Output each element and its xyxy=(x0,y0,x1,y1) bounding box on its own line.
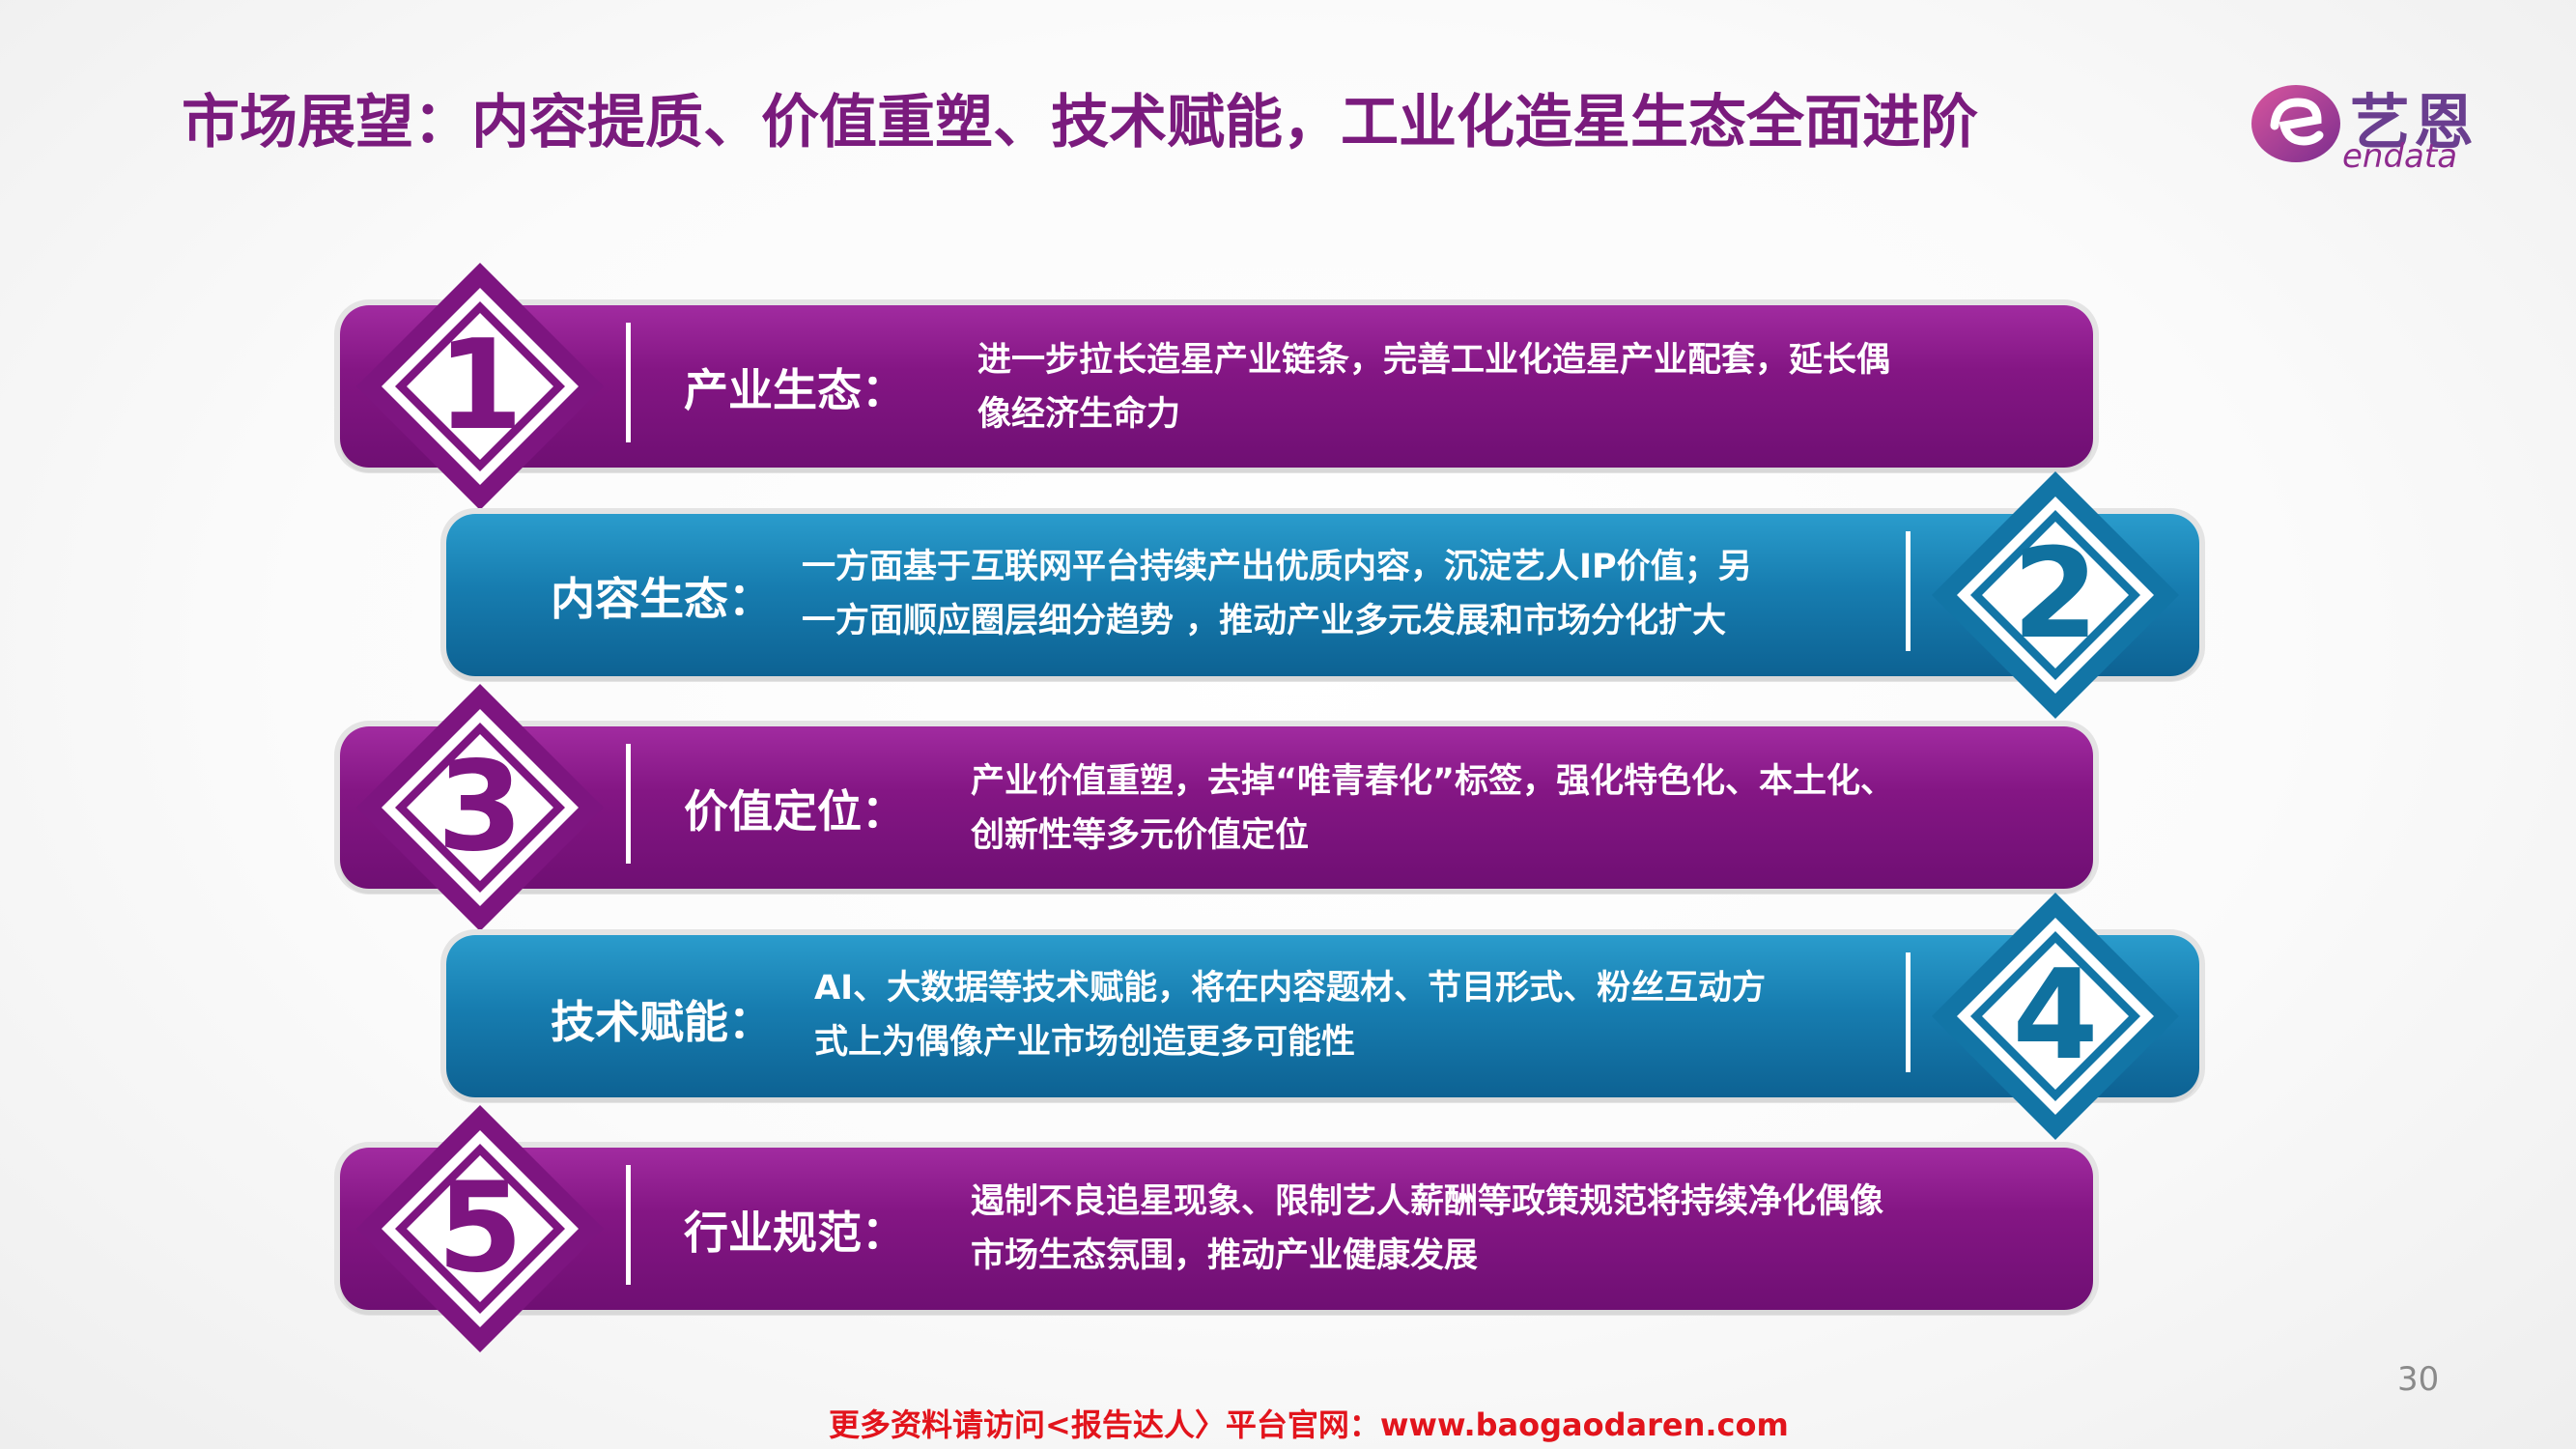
number-badge-4: 4 xyxy=(1930,891,2181,1142)
item-desc-3-line-2: 创新性等多元价值定位 xyxy=(971,816,1310,855)
item-desc-2: 一方面基于互联网平台持续产出优质内容，沉淀艺人IP价值；另 一方面顺应圈层细分趋… xyxy=(802,540,1752,648)
number-badge-1: 1 xyxy=(354,261,606,512)
divider-4 xyxy=(1906,952,1911,1072)
item-desc-5-line-2: 市场生态氛围，推动产业健康发展 xyxy=(971,1236,1479,1275)
number-2: 2 xyxy=(2012,523,2099,667)
item-label-3: 价值定位： xyxy=(684,785,906,838)
item-label-2: 内容生态： xyxy=(551,573,773,625)
number-5: 5 xyxy=(437,1156,524,1300)
item-label-4: 技术赋能： xyxy=(551,996,773,1048)
item-desc-4-line-1: AI、大数据等技术赋能，将在内容题材、节目形式、粉丝互动方 xyxy=(814,969,1767,1008)
divider-5 xyxy=(626,1165,631,1285)
number-1: 1 xyxy=(437,314,524,458)
number-badge-5: 5 xyxy=(354,1103,606,1354)
item-desc-2-line-1: 一方面基于互联网平台持续产出优质内容，沉淀艺人IP价值；另 xyxy=(802,548,1752,586)
logo-text-en: endata xyxy=(2342,137,2458,176)
divider-2 xyxy=(1906,531,1911,651)
item-desc-4-line-2: 式上为偶像产业市场创造更多可能性 xyxy=(814,1023,1356,1062)
number-badge-3: 3 xyxy=(354,682,606,933)
divider-3 xyxy=(626,744,631,864)
item-desc-3: 产业价值重塑，去掉“唯青春化”标签，强化特色化、本土化、 创新性等多元价值定位 xyxy=(971,754,1894,863)
page-title: 市场展望：内容提质、价值重塑、技术赋能，工业化造星生态全面进阶 xyxy=(182,89,1978,156)
number-3: 3 xyxy=(437,735,524,879)
number-badge-2: 2 xyxy=(1930,469,2181,721)
item-desc-1-line-2: 像经济生命力 xyxy=(977,395,1181,434)
divider-1 xyxy=(626,323,631,442)
item-desc-4: AI、大数据等技术赋能，将在内容题材、节目形式、粉丝互动方 式上为偶像产业市场创… xyxy=(814,961,1766,1069)
number-4: 4 xyxy=(2012,944,2099,1088)
endata-logo: 艺恩 endata xyxy=(2246,70,2506,176)
item-desc-2-line-2: 一方面顺应圈层细分趋势 ，推动产业多元发展和市场分化扩大 xyxy=(802,602,1727,640)
item-desc-1: 进一步拉长造星产业链条，完善工业化造星产业配套，延长偶 像经济生命力 xyxy=(977,333,1890,441)
endata-logo-icon xyxy=(2251,85,2340,162)
item-label-1: 产业生态： xyxy=(684,364,906,416)
item-desc-5-line-1: 遏制不良追星现象、限制艺人薪酬等政策规范将持续净化偶像 xyxy=(971,1182,1884,1221)
footer-link[interactable]: 更多资料请访问<报告达人〉平台官网：www.baogaodaren.com xyxy=(829,1401,1789,1445)
item-desc-5: 遏制不良追星现象、限制艺人薪酬等政策规范将持续净化偶像 市场生态氛围，推动产业健… xyxy=(971,1175,1883,1283)
item-desc-1-line-1: 进一步拉长造星产业链条，完善工业化造星产业配套，延长偶 xyxy=(977,341,1891,380)
item-desc-3-line-1: 产业价值重塑，去掉“唯青春化”标签，强化特色化、本土化、 xyxy=(971,762,1895,801)
page-number: 30 xyxy=(2397,1360,2440,1399)
item-label-5: 行业规范： xyxy=(684,1207,906,1259)
